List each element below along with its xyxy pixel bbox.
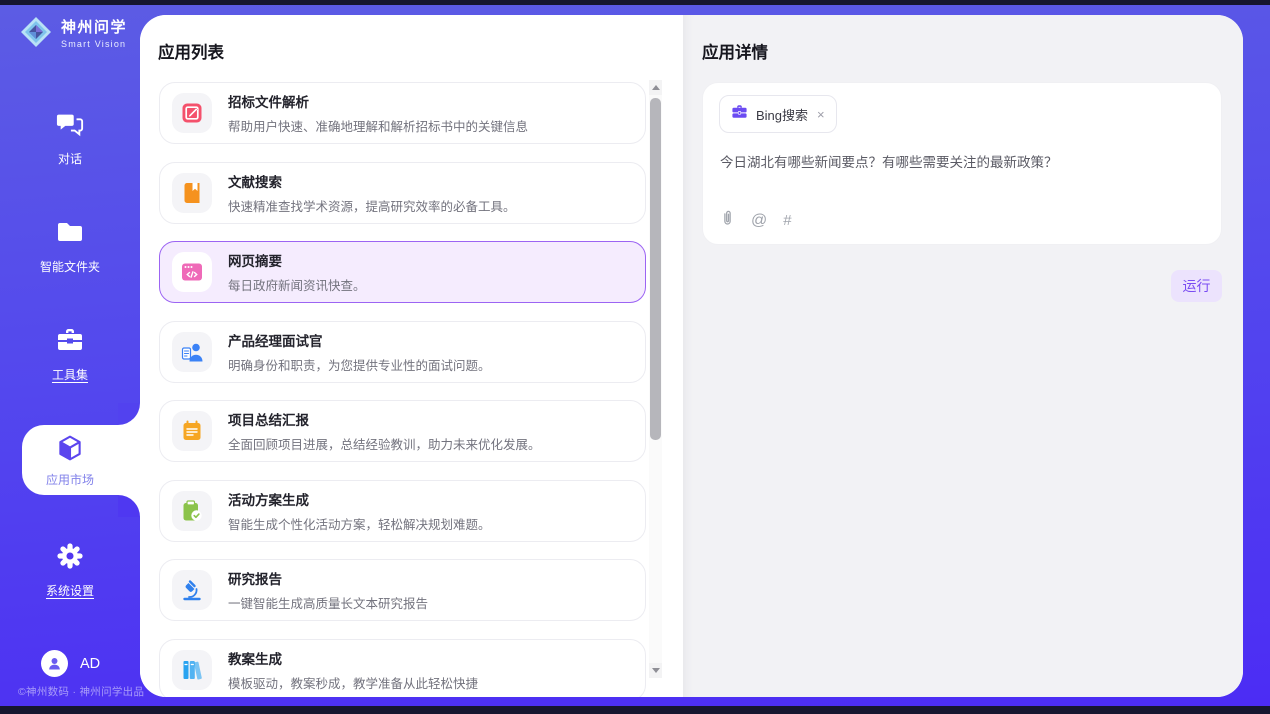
bubble-flare-bottom (118, 495, 140, 517)
app-title: 文献搜索 (228, 171, 516, 191)
sidebar-item-label: 应用市场 (0, 471, 140, 488)
app-card[interactable]: 活动方案生成 智能生成个性化活动方案，轻松解决规划难题。 (159, 480, 646, 542)
app-title: 项目总结汇报 (228, 409, 541, 429)
arrow-up-icon (652, 85, 660, 90)
sidebar-item-smart-folder[interactable]: 智能文件夹 (0, 218, 140, 275)
app-icon-container (172, 332, 212, 372)
app-title: 招标文件解析 (228, 91, 528, 111)
app-card-text: 招标文件解析 帮助用户快速、准确地理解和解析招标书中的关键信息 (228, 91, 528, 135)
app-detail-title: 应用详情 (702, 39, 768, 63)
copyright-footer: ©神州数码 · 神州问学出品 (18, 684, 144, 699)
pen-square-icon (180, 101, 204, 125)
toolbox-icon (56, 341, 84, 358)
app-card-text: 网页摘要 每日政府新闻资讯快查。 (228, 250, 366, 294)
app-description: 智能生成个性化活动方案，轻松解决规划难题。 (228, 514, 491, 533)
close-icon[interactable]: × (817, 107, 825, 122)
user-profile[interactable]: AD (41, 650, 100, 677)
composer-toolbar: @ # (720, 209, 793, 232)
gear-icon (56, 557, 84, 574)
sidebar-item-settings[interactable]: 系统设置 (0, 542, 140, 599)
interviewer-icon (180, 340, 204, 364)
app-title: 活动方案生成 (228, 489, 491, 509)
app-icon-container (172, 173, 212, 213)
folder-icon (56, 233, 84, 250)
app-icon-container (172, 491, 212, 531)
app-card[interactable]: 项目总结汇报 全面回顾项目进展，总结经验教训，助力未来优化发展。 (159, 400, 646, 462)
app-icon-container (172, 570, 212, 610)
books-icon (180, 658, 204, 682)
mention-icon[interactable]: @ (751, 212, 767, 230)
briefcase-icon (731, 104, 748, 124)
prompt-text-input[interactable]: 今日湖北有哪些新闻要点？有哪些需要关注的最新政策？ (720, 151, 1200, 171)
app-list-scrollbar[interactable] (649, 80, 662, 678)
brand-logo: 神州问学 Smart Vision (18, 14, 127, 50)
bubble-flare-top (118, 403, 140, 425)
diamond-logo-icon (18, 14, 54, 50)
run-button[interactable]: 运行 (1171, 270, 1222, 302)
app-detail-panel: 应用详情 Bing搜索 × (683, 15, 1243, 697)
app-card-list: 招标文件解析 帮助用户快速、准确地理解和解析招标书中的关键信息 文献搜索 快速精… (159, 82, 646, 697)
scrollbar-thumb[interactable] (650, 98, 661, 440)
app-window: 神州问学 Smart Vision 对话 (0, 0, 1270, 714)
app-icon-container (172, 411, 212, 451)
app-card-text: 活动方案生成 智能生成个性化活动方案，轻松解决规划难题。 (228, 489, 491, 533)
app-card-text: 教案生成 模板驱动，教案秒成，教学准备从此轻松快捷 (228, 648, 478, 692)
sidebar-item-app-market[interactable]: 应用市场 (0, 434, 140, 488)
arrow-down-icon (652, 668, 660, 673)
sidebar-item-label: 对话 (0, 150, 140, 167)
clipboard-check-icon (180, 499, 204, 523)
app-description: 一键智能生成高质量长文本研究报告 (228, 593, 428, 612)
app-icon-container (172, 93, 212, 133)
app-icon-container (172, 252, 212, 292)
app-icon-container (172, 650, 212, 690)
tool-tag-bing-search[interactable]: Bing搜索 × (719, 95, 837, 133)
scroll-up-button[interactable] (649, 80, 662, 95)
browser-code-icon (180, 260, 204, 284)
app-card-text: 产品经理面试官 明确身份和职责，为您提供专业性的面试问题。 (228, 330, 491, 374)
app-card[interactable]: 文献搜索 快速精准查找学术资源，提高研究效率的必备工具。 (159, 162, 646, 224)
book-icon (180, 181, 204, 205)
prompt-card: Bing搜索 × 今日湖北有哪些新闻要点？有哪些需要关注的最新政策？ @ # (702, 82, 1222, 245)
app-description: 全面回顾项目进展，总结经验教训，助力未来优化发展。 (228, 434, 541, 453)
app-title: 研究报告 (228, 568, 428, 588)
app-card[interactable]: 网页摘要 每日政府新闻资讯快查。 (159, 241, 646, 303)
user-name: AD (80, 656, 100, 672)
sidebar-item-label: 系统设置 (0, 582, 140, 599)
brand-subtitle: Smart Vision (61, 39, 127, 49)
app-description: 明确身份和职责，为您提供专业性的面试问题。 (228, 355, 491, 374)
sidebar-item-toolset[interactable]: 工具集 (0, 326, 140, 383)
cube-icon (56, 449, 84, 466)
app-description: 模板驱动，教案秒成，教学准备从此轻松快捷 (228, 673, 478, 692)
app-card[interactable]: 产品经理面试官 明确身份和职责，为您提供专业性的面试问题。 (159, 321, 646, 383)
summary-report-icon (180, 419, 204, 443)
app-description: 每日政府新闻资讯快查。 (228, 275, 366, 294)
window-background: 神州问学 Smart Vision 对话 (0, 5, 1270, 706)
app-title: 教案生成 (228, 648, 478, 668)
user-avatar-icon (41, 650, 68, 677)
app-description: 快速精准查找学术资源，提高研究效率的必备工具。 (228, 196, 516, 215)
app-description: 帮助用户快速、准确地理解和解析招标书中的关键信息 (228, 116, 528, 135)
brand-title: 神州问学 (61, 16, 127, 37)
paperclip-icon[interactable] (720, 209, 735, 232)
app-list-panel: 应用列表 招标文件解析 帮助用户快速、准确地理解和解析招标书中的关键信息 文献搜… (140, 15, 683, 697)
app-card[interactable]: 研究报告 一键智能生成高质量长文本研究报告 (159, 559, 646, 621)
sidebar-item-chat[interactable]: 对话 (0, 110, 140, 167)
sidebar-item-label: 智能文件夹 (0, 258, 140, 275)
sidebar-item-label: 工具集 (0, 366, 140, 383)
app-title: 产品经理面试官 (228, 330, 491, 350)
app-card-text: 文献搜索 快速精准查找学术资源，提高研究效率的必备工具。 (228, 171, 516, 215)
app-title: 网页摘要 (228, 250, 366, 270)
scroll-down-button[interactable] (649, 663, 662, 678)
app-card[interactable]: 教案生成 模板驱动，教案秒成，教学准备从此轻松快捷 (159, 639, 646, 698)
app-card-text: 研究报告 一键智能生成高质量长文本研究报告 (228, 568, 428, 612)
app-card-text: 项目总结汇报 全面回顾项目进展，总结经验教训，助力未来优化发展。 (228, 409, 541, 453)
app-card[interactable]: 招标文件解析 帮助用户快速、准确地理解和解析招标书中的关键信息 (159, 82, 646, 144)
hash-icon[interactable]: # (783, 212, 792, 229)
chat-icon (56, 125, 84, 142)
tool-tag-label: Bing搜索 (756, 105, 808, 124)
microscope-icon (180, 578, 204, 602)
sidebar: 神州问学 Smart Vision 对话 (0, 5, 140, 706)
content-panel: 应用列表 招标文件解析 帮助用户快速、准确地理解和解析招标书中的关键信息 文献搜… (140, 15, 1243, 697)
app-list-title: 应用列表 (158, 39, 224, 63)
